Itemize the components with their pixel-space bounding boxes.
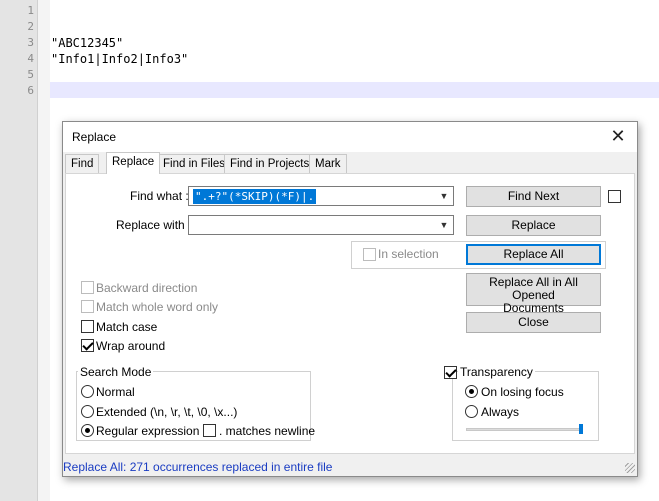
line-number-gutter: 1 2 3 4 5 6 xyxy=(0,0,38,501)
line-number: 4 xyxy=(27,52,34,65)
backward-direction-label: Backward direction xyxy=(96,281,198,295)
chevron-down-icon[interactable]: ▼ xyxy=(439,218,449,232)
on-losing-focus-label: On losing focus xyxy=(481,385,564,399)
on-losing-focus-radio[interactable] xyxy=(465,385,478,398)
match-case-checkbox[interactable] xyxy=(81,320,94,333)
replace-all-button[interactable]: Replace All xyxy=(466,244,601,265)
always-label: Always xyxy=(481,405,520,419)
normal-radio[interactable] xyxy=(81,385,94,398)
transparency-slider-thumb[interactable] xyxy=(579,424,583,434)
transparency-checkbox[interactable] xyxy=(444,366,457,379)
replace-with-combo[interactable]: ▼ xyxy=(188,215,454,235)
regular-expression-label: Regular expression xyxy=(96,424,200,438)
find-next-toggle-checkbox[interactable] xyxy=(608,190,621,203)
tab-find[interactable]: Find xyxy=(65,154,100,173)
status-message: Replace All: 271 occurrences replaced in… xyxy=(63,460,333,474)
always-radio[interactable] xyxy=(465,405,478,418)
regular-expression-radio[interactable] xyxy=(81,424,94,437)
tab-replace[interactable]: Replace xyxy=(106,152,161,174)
replace-with-label: Replace with : xyxy=(116,218,192,232)
code-line[interactable]: "Info1|Info2|Info3" xyxy=(51,51,188,67)
normal-label: Normal xyxy=(96,385,135,399)
wrap-around-label: Wrap around xyxy=(96,339,166,353)
find-what-label: Find what : xyxy=(130,189,189,203)
tab-find-in-projects[interactable]: Find in Projects xyxy=(224,154,316,173)
match-whole-word-label: Match whole word only xyxy=(96,300,219,314)
transparency-label: Transparency xyxy=(458,365,535,379)
code-line[interactable]: "ABC12345" xyxy=(51,35,123,51)
line-number: 5 xyxy=(27,68,34,81)
find-what-combo[interactable]: ".+?"(*SKIP)(*F)|. ▼ xyxy=(188,186,454,206)
status-bar: Replace All: 271 occurrences replaced in… xyxy=(62,457,638,476)
current-line-highlight xyxy=(50,82,659,98)
extended-label: Extended (\n, \r, \t, \0, \x...) xyxy=(96,405,238,419)
line-number: 3 xyxy=(27,36,34,49)
close-icon[interactable]: ✕ xyxy=(607,125,629,147)
fold-margin xyxy=(38,0,50,501)
transparency-slider[interactable] xyxy=(466,428,582,431)
matches-newline-label: . matches newline xyxy=(219,424,316,438)
line-number: 6 xyxy=(27,84,34,97)
find-next-button[interactable]: Find Next xyxy=(466,186,601,207)
chevron-down-icon[interactable]: ▼ xyxy=(439,189,449,203)
find-what-value[interactable]: ".+?"(*SKIP)(*F)|. xyxy=(193,189,317,204)
line-number: 1 xyxy=(27,4,34,17)
in-selection-label: In selection xyxy=(378,247,439,261)
tab-find-in-files[interactable]: Find in Files xyxy=(157,154,231,173)
tab-mark[interactable]: Mark xyxy=(309,154,347,173)
search-mode-legend: Search Mode xyxy=(78,365,154,379)
in-selection-checkbox[interactable] xyxy=(363,248,376,261)
replace-all-opened-button[interactable]: Replace All in All Opened Documents xyxy=(466,273,601,315)
dialog-title: Replace xyxy=(72,130,117,144)
replace-all-opened-line1: Replace All in All Opened xyxy=(489,275,578,302)
close-button[interactable]: Close xyxy=(466,312,601,333)
dialog-titlebar[interactable]: Replace ✕ xyxy=(63,122,637,152)
backward-direction-checkbox[interactable] xyxy=(81,281,94,294)
line-number: 2 xyxy=(27,20,34,33)
match-case-label: Match case xyxy=(96,320,158,334)
extended-radio[interactable] xyxy=(81,405,94,418)
resize-grip-icon[interactable] xyxy=(625,463,635,473)
match-whole-word-checkbox[interactable] xyxy=(81,300,94,313)
matches-newline-checkbox[interactable] xyxy=(203,424,216,437)
wrap-around-checkbox[interactable] xyxy=(81,339,94,352)
replace-button[interactable]: Replace xyxy=(466,215,601,236)
